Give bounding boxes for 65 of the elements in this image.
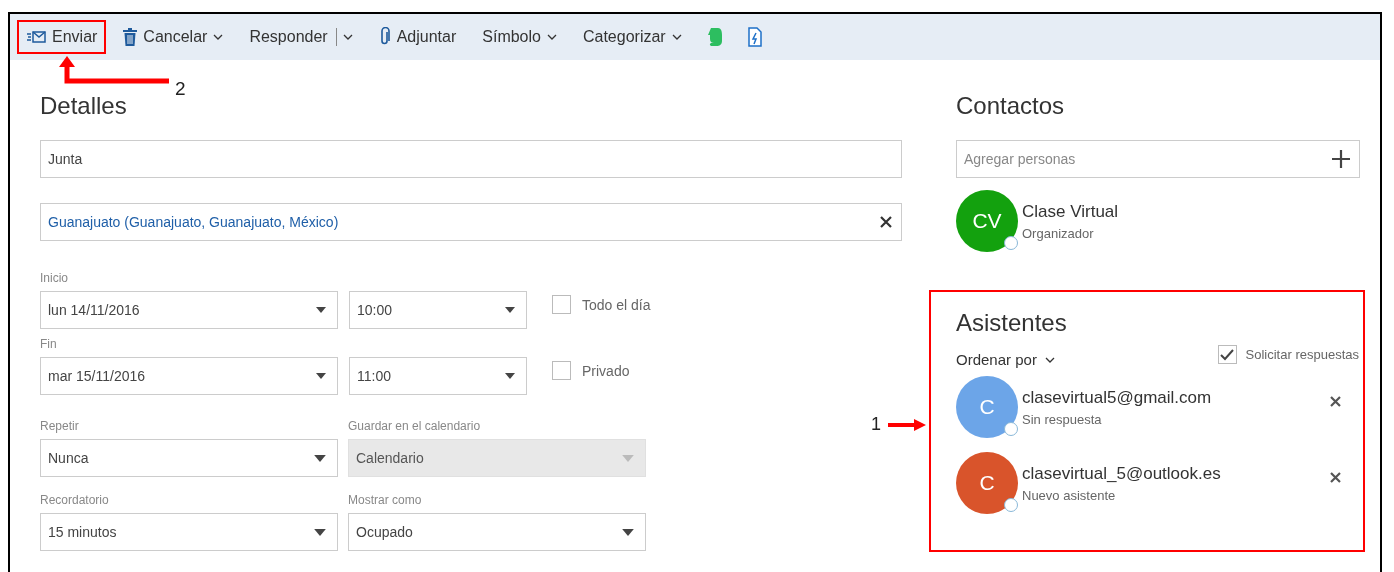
checkbox[interactable] <box>552 295 571 314</box>
date-dropdown[interactable]: mar 15/11/2016 <box>40 357 338 395</box>
callout-arrow <box>888 419 926 431</box>
field-label: Repetir <box>40 419 80 435</box>
person-role: Organizador <box>1022 225 1095 241</box>
document-icon <box>746 27 763 47</box>
chevron-icon <box>671 34 682 40</box>
time-dropdown[interactable]: 10:00 <box>349 291 527 329</box>
dropdown-arrow-icon <box>505 373 515 379</box>
dropdown-arrow-icon <box>314 528 326 536</box>
person-name: Clase Virtual <box>1022 201 1119 222</box>
toolbar-button[interactable]: Cancelar <box>114 20 233 54</box>
add-people-field[interactable]: Agregar personas <box>956 140 1360 178</box>
toolbar-button[interactable]: Adjuntar <box>369 20 466 54</box>
dropdown[interactable]: Ocupado <box>348 513 646 551</box>
chevron-icon <box>546 34 557 40</box>
section-heading: Asistentes <box>956 309 1067 337</box>
date-dropdown[interactable]: lun 14/11/2016 <box>40 291 338 329</box>
field-label: Recordatorio <box>40 493 110 509</box>
sort-button[interactable]: Ordenar por <box>956 351 1055 368</box>
checkbox[interactable] <box>1217 345 1237 364</box>
checkbox[interactable] <box>552 361 571 380</box>
location-field[interactable]: Guanajuato (Guanajuato, Guanajuato, México) <box>40 203 902 241</box>
time-dropdown[interactable]: 11:00 <box>349 357 527 395</box>
avatar: C <box>956 452 1018 514</box>
chevron-icon <box>1044 356 1055 363</box>
response-status: Sin respuesta <box>1022 411 1103 427</box>
dropdown-arrow-icon <box>622 454 634 462</box>
dropdown-arrow-icon <box>316 373 326 379</box>
avatar: C <box>956 376 1018 438</box>
remove-icon[interactable] <box>1330 396 1341 407</box>
send-icon <box>26 30 46 44</box>
dropdown[interactable]: 15 minutos <box>40 513 338 551</box>
dropdown-arrow-icon <box>316 307 326 313</box>
close-icon[interactable] <box>880 216 892 228</box>
plus-icon[interactable] <box>1332 150 1350 168</box>
field-label: Inicio <box>40 271 69 287</box>
callout-number: 2 <box>175 78 186 100</box>
chevron-icon <box>213 34 224 40</box>
checkbox-label: Privado <box>582 362 630 379</box>
response-status: Nuevo asistente <box>1022 487 1117 503</box>
chevron-icon <box>342 34 353 40</box>
toolbar-button[interactable]: Enviar <box>17 20 107 54</box>
checkbox-label: Todo el día <box>582 296 651 313</box>
dropdown-arrow-icon <box>505 307 515 313</box>
toolbar-button[interactable]: Responder <box>240 20 362 54</box>
person-name: clasevirtual5@gmail.com <box>1022 387 1212 408</box>
person-name: clasevirtual_5@outlook.es <box>1022 463 1221 484</box>
field-label: Fin <box>40 337 58 353</box>
dropdown-arrow-icon <box>314 454 326 462</box>
title-field[interactable]: Junta <box>40 140 902 178</box>
callout-number: 1 <box>871 414 881 435</box>
field-label: Guardar en el calendario <box>348 419 482 435</box>
trash-icon <box>123 28 138 46</box>
remove-icon[interactable] <box>1330 472 1341 483</box>
toolbar-button[interactable]: Símbolo <box>473 20 566 54</box>
checkbox-label: Solicitar respuestas <box>1245 347 1359 362</box>
field-label: Mostrar como <box>348 493 423 509</box>
toolbar-button[interactable]: Categorizar <box>573 20 691 54</box>
section-heading: Detalles <box>40 92 127 120</box>
dropdown-arrow-icon <box>622 528 634 536</box>
paperclip-icon <box>378 27 391 47</box>
avatar: CV <box>956 190 1018 252</box>
section-heading: Contactos <box>956 92 1065 120</box>
dropdown[interactable]: Nunca <box>40 439 338 477</box>
